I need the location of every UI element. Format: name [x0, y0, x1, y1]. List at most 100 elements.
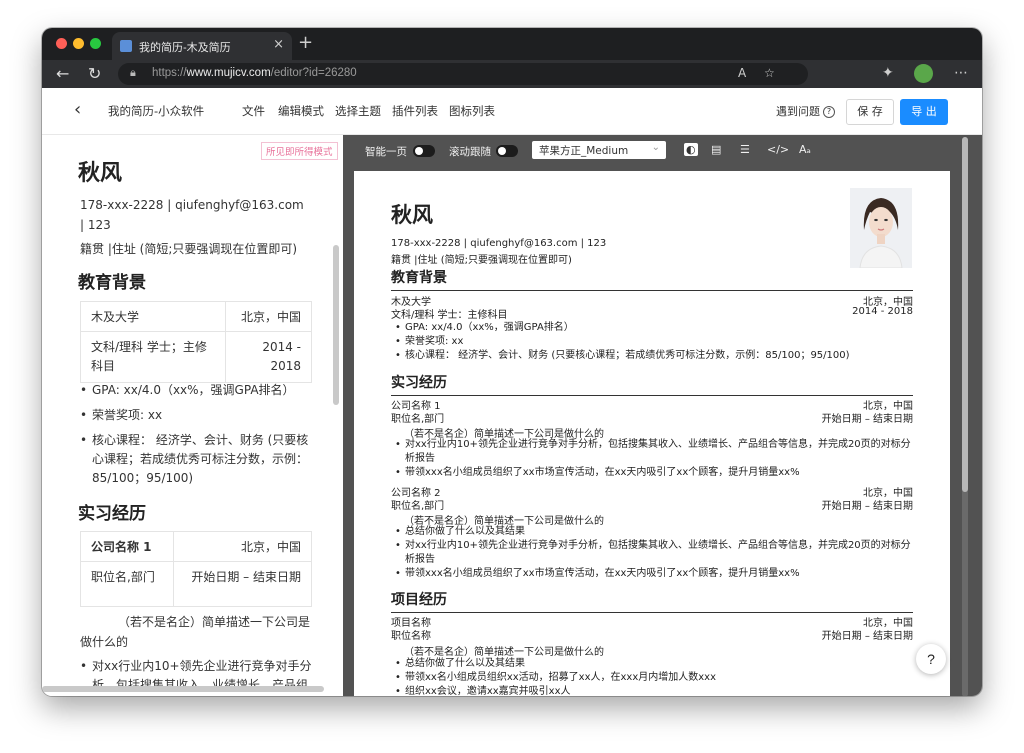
- scroll-follow-label: 滚动跟随: [449, 146, 491, 158]
- list-item: 核心课程： 经济学、会计、财务 (只要核心课程；若成绩优秀可标注分数，示例：85…: [395, 349, 920, 363]
- editor-intern-table[interactable]: 公司名称 1 北京，中国 职位名,部门 开始日期 – 结束日期: [80, 531, 312, 607]
- list-item: 对xx行业内10+领先企业进行竞争对手分析，包括搜集其收入、业绩增长、产品组合等…: [395, 438, 920, 465]
- editor-intern-heading[interactable]: 实习经历: [78, 499, 146, 524]
- editor-horizontal-scrollbar[interactable]: [42, 686, 324, 692]
- scroll-follow-toggle[interactable]: [496, 145, 518, 157]
- list-item: GPA: xx/4.0（xx%，强调GPA排名）: [395, 321, 920, 335]
- preview-pane: 智能一页 滚动跟随 苹果方正_Medium ⌄ ◐ ▤ ☰ </> Aₐ 秋风 …: [343, 135, 982, 696]
- editor-vertical-scrollbar[interactable]: [333, 245, 339, 405]
- address-bar-row: ← ↻ 🔒︎ https://www.mujicv.com/editor?id=…: [42, 60, 982, 88]
- table-cell[interactable]: 职位名,部门: [80, 561, 174, 607]
- favorite-star-icon[interactable]: ☆: [764, 66, 775, 80]
- font-select[interactable]: 苹果方正_Medium ⌄: [532, 141, 666, 159]
- chevron-down-icon: ⌄: [651, 142, 660, 153]
- list-item: 对xx行业内10+领先企业进行竞争对手分析，包括搜集其收入、业绩增长、产品组合等…: [395, 539, 920, 566]
- editor-education-table[interactable]: 木及大学 北京，中国 文科/理科 学士；主修科目 2014 - 2018: [80, 301, 312, 383]
- list-item: 总结你做了什么以及其结果: [395, 525, 920, 539]
- title-bar: 我的简历-木及简历 × +: [42, 28, 982, 60]
- table-cell[interactable]: 北京，中国: [173, 531, 312, 562]
- preview-scrollbar[interactable]: [962, 137, 968, 696]
- preview-contact: 178-xxx-2228 | qiufenghyf@163.com | 123: [391, 238, 607, 249]
- favicon-icon: [120, 40, 132, 52]
- editor-education-heading[interactable]: 教育背景: [78, 268, 146, 293]
- table-cell[interactable]: 2014 - 2018: [225, 331, 312, 383]
- editor-contact[interactable]: 178-xxx-2228 | qiufenghyf@163.com | 123: [80, 195, 310, 235]
- close-window-button[interactable]: [56, 38, 67, 49]
- editor-education-list[interactable]: GPA: xx/4.0（xx%，强调GPA排名） 荣誉奖项: xx 核心课程： …: [80, 381, 316, 494]
- read-aloud-icon[interactable]: A: [738, 66, 746, 80]
- table-cell[interactable]: 公司名称 1: [80, 531, 174, 562]
- resume-paper: 秋风 178-xxx-2228 | qiufenghyf@163.com | 1…: [354, 171, 950, 696]
- browser-tab[interactable]: 我的简历-木及简历 ×: [112, 32, 292, 60]
- minimize-window-button[interactable]: [73, 38, 84, 49]
- maximize-window-button[interactable]: [90, 38, 101, 49]
- question-icon: ?: [823, 106, 835, 118]
- theme-icon[interactable]: ◐: [684, 143, 698, 156]
- editor-address[interactable]: 籍贯 |住址 (简短;只要强调现在位置即可): [80, 240, 297, 257]
- preview-c2-row-2: 职位名,部门 开始日期 – 结束日期: [391, 501, 913, 512]
- profile-photo: [850, 188, 912, 268]
- preview-address: 籍贯 |住址 (简短;只要强调现在位置即可): [391, 255, 572, 266]
- id-card-icon[interactable]: ▤: [711, 143, 721, 156]
- font-size-icon[interactable]: Aₐ: [799, 143, 811, 156]
- list-item: 组织xx会议，邀请xx嘉宾并吸引xx人: [395, 685, 920, 696]
- preview-project-desc: （若不是名企）简单描述一下公司是做什么的: [404, 647, 604, 658]
- list-item: 带领xxx名小组成员组织了xx市场宣传活动，在xx天内吸引了xx个顾客，提升月销…: [395, 466, 920, 480]
- line-spacing-icon[interactable]: ☰: [740, 143, 750, 156]
- url-field[interactable]: 🔒︎ https://www.mujicv.com/editor?id=2628…: [118, 63, 808, 85]
- list-item: 带领xxx名小组成员组织了xx市场宣传活动，在xx天内吸引了xx个顾客，提升月销…: [395, 567, 920, 581]
- code-icon[interactable]: </>: [767, 143, 789, 156]
- list-item: 带领xx名小组成员组织xx活动，招募了xx人，在xxx月内增加人数xxx: [395, 671, 920, 685]
- menu-edit-mode[interactable]: 编辑模式: [278, 103, 324, 119]
- menu-file[interactable]: 文件: [242, 103, 265, 119]
- help-link[interactable]: 遇到问题?: [776, 103, 835, 119]
- editor-name[interactable]: 秋风: [78, 155, 122, 187]
- app-header: ‹ 我的简历-小众软件 文件 编辑模式 选择主题 插件列表 图标列表 遇到问题?…: [42, 88, 982, 135]
- browser-window: 我的简历-木及简历 × + ← ↻ 🔒︎ https://www.mujicv.…: [42, 28, 982, 696]
- list-item: 荣誉奖项: xx: [395, 335, 920, 349]
- doc-title: 我的简历-小众软件: [108, 104, 205, 118]
- editor-intern-desc[interactable]: （若不是名企）简单描述一下公司是做什么的: [80, 612, 310, 652]
- font-select-value: 苹果方正_Medium: [539, 145, 629, 157]
- preview-toolbar: 智能一页 滚动跟随 苹果方正_Medium ⌄ ◐ ▤ ☰ </> Aₐ: [343, 135, 982, 165]
- new-tab-button[interactable]: +: [298, 32, 313, 53]
- extensions-icon[interactable]: ✦: [882, 65, 894, 81]
- preview-name: 秋风: [391, 203, 433, 227]
- tab-title: 我的简历-木及简历: [139, 42, 231, 54]
- profile-avatar[interactable]: [914, 64, 933, 83]
- menu-theme[interactable]: 选择主题: [335, 103, 381, 119]
- preview-edu-row-2: 文科/理科 学士：主修科目 2014 - 2018: [391, 306, 913, 321]
- table-cell[interactable]: 北京，中国: [225, 301, 312, 332]
- more-menu-icon[interactable]: ⋯: [954, 65, 968, 81]
- list-item[interactable]: 荣誉奖项: xx: [80, 406, 316, 425]
- back-arrow-icon[interactable]: ←: [56, 64, 69, 83]
- smart-page-label: 智能一页: [365, 146, 407, 158]
- preview-scrollbar-thumb[interactable]: [962, 137, 968, 492]
- export-button[interactable]: 导 出: [900, 99, 948, 125]
- preview-project-row-2: 职位名称 开始日期 – 结束日期: [391, 631, 913, 642]
- floating-help-button[interactable]: ?: [916, 644, 946, 674]
- tab-close-icon[interactable]: ×: [273, 37, 284, 52]
- table-cell[interactable]: 木及大学: [80, 301, 226, 332]
- table-row: 文科/理科 学士；主修科目 2014 - 2018: [80, 331, 312, 383]
- menu-plugins[interactable]: 插件列表: [392, 103, 438, 119]
- table-cell[interactable]: 文科/理科 学士；主修科目: [80, 331, 226, 383]
- smart-page-toggle[interactable]: [413, 145, 435, 157]
- preview-c1-row-2: 职位名,部门 开始日期 – 结束日期: [391, 414, 913, 425]
- table-row: 职位名,部门 开始日期 – 结束日期: [80, 561, 312, 607]
- list-item: 总结你做了什么以及其结果: [395, 657, 920, 671]
- list-item[interactable]: 核心课程： 经济学、会计、财务 (只要核心课程；若成绩优秀可标注分数，示例：85…: [80, 431, 316, 488]
- save-button[interactable]: 保 存: [846, 99, 894, 125]
- editor-pane[interactable]: 所见即所得模式 秋风 178-xxx-2228 | qiufenghyf@163…: [42, 135, 342, 696]
- menu-icons[interactable]: 图标列表: [449, 103, 495, 119]
- preview-project-heading: 项目经历: [391, 589, 913, 613]
- reload-icon[interactable]: ↻: [88, 64, 101, 83]
- lock-icon: 🔒︎: [130, 66, 136, 79]
- preview-education-heading: 教育背景: [391, 267, 913, 291]
- mode-badge: 所见即所得模式: [261, 142, 338, 160]
- table-row: 公司名称 1 北京，中国: [80, 531, 312, 562]
- url-text: https://www.mujicv.com/editor?id=26280: [152, 67, 357, 79]
- table-cell[interactable]: 开始日期 – 结束日期: [173, 561, 312, 607]
- back-chevron-icon[interactable]: ‹: [74, 99, 81, 120]
- list-item[interactable]: GPA: xx/4.0（xx%，强调GPA排名）: [80, 381, 316, 400]
